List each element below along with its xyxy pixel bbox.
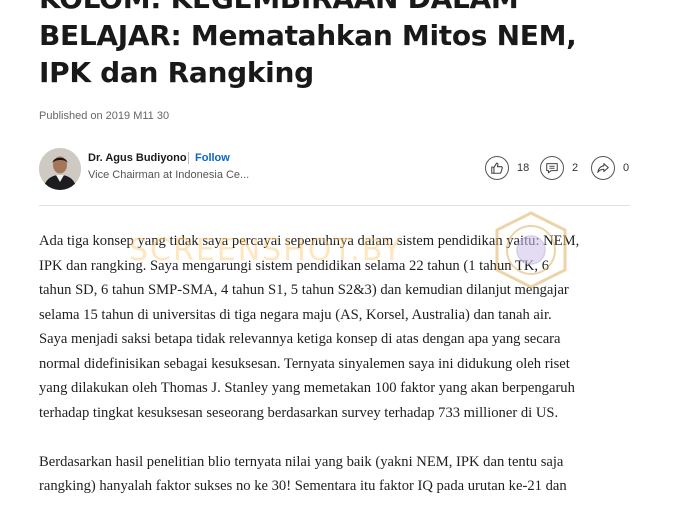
body-line: Berdasarkan hasil penelitian blio ternya… [39,453,564,470]
paragraph: Ada tiga konsep yang tidak saya percayai… [39,229,639,425]
body-line: Ada tiga konsep yang tidak saya percayai… [39,233,580,249]
comment-count: 2 [572,162,579,174]
body-line: terhadap tingkat kesuksesan seseorang be… [39,404,559,421]
article-title: KOLOM: KEGEMBIRAAN DALAM BELAJAR: Memata… [39,0,639,91]
article-page: KOLOM: KEGEMBIRAAN DALAM BELAJAR: Memata… [0,0,678,509]
body-line: tahun SD, 6 tahun SMP-SMA, 4 tahun S1, 5… [39,282,569,298]
comment-icon [540,156,564,180]
article-title-line: IPK dan Rangking [39,56,314,89]
share-button[interactable]: 0 [591,155,629,181]
author-row: Dr. Agus Budiyono Follow Vice Chairman a… [39,148,639,194]
thumbs-up-icon [485,156,509,180]
name-follow-divider [188,152,189,164]
body-line: IPK dan rangking. Saya mengarungi sistem… [39,257,550,274]
body-line: Saya menjadi saksi betapa tidak relevann… [39,331,561,347]
body-line: rangking) hanyalah faktor sukses no ke 3… [39,478,567,494]
like-count: 18 [517,162,530,174]
author-headline: Vice Chairman at Indonesia Ce... [88,169,250,181]
article-title-line: KOLOM: KEGEMBIRAAN DALAM [39,0,639,17]
body-line: normal didefinisikan sebagai kesuksesan.… [39,355,570,372]
paragraph: Berdasarkan hasil penelitian blio ternya… [39,450,639,499]
body-line: selama 15 tahun di universitas di tiga n… [39,306,552,323]
body-line: yang dilakukan oleh Thomas J. Stanley ya… [39,380,575,396]
published-date: Published on 2019 M11 30 [39,110,170,122]
article-body: Ada tiga konsep yang tidak saya percayai… [39,229,639,509]
follow-button[interactable]: Follow [195,152,230,164]
article-title-line: BELAJAR: Mematahkan Mitos NEM, [39,19,577,52]
avatar-photo [39,148,81,190]
like-button[interactable]: 18 [485,155,529,181]
author-avatar[interactable] [39,148,81,190]
share-icon [591,156,615,180]
comment-button[interactable]: 2 [540,155,578,181]
share-count: 0 [623,162,630,174]
header-divider [39,205,630,206]
author-name[interactable]: Dr. Agus Budiyono [88,152,187,164]
